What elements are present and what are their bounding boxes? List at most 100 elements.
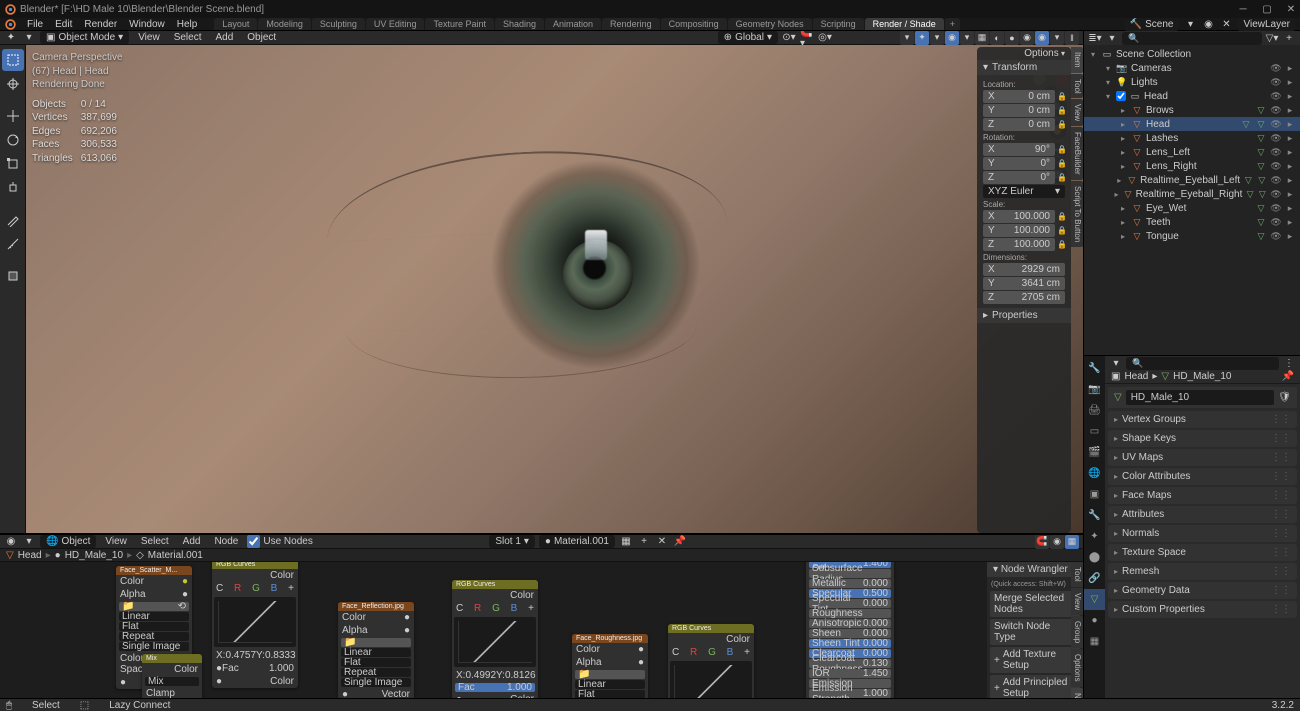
annotate-tool[interactable] <box>2 209 24 231</box>
close-button[interactable]: ✕ <box>1286 4 1296 14</box>
shader-prop-slider[interactable]: Clearcoat Roughness0.130 <box>809 659 891 668</box>
scale-x-field[interactable]: X100.000 <box>983 210 1055 223</box>
tree-row[interactable]: ▸▽Teeth▽👁▸ <box>1084 215 1300 229</box>
options-dropdown[interactable]: Options ▾ <box>977 47 1071 60</box>
scene-delete-icon[interactable]: ✕ <box>1219 17 1233 31</box>
shader-prop-slider[interactable]: Specular Tint0.000 <box>809 599 891 608</box>
expand-icon[interactable]: ▸ <box>1118 120 1128 129</box>
properties-search[interactable]: 🔍 <box>1126 357 1279 370</box>
outliner-search[interactable]: 🔍 <box>1122 32 1262 45</box>
rot-z-field[interactable]: Z0° <box>983 171 1055 184</box>
hide-icon[interactable]: 👁 <box>1270 161 1282 172</box>
tree-row[interactable]: ▸▽Eye_Wet▽👁▸ <box>1084 201 1300 215</box>
maximize-button[interactable]: ▢ <box>1262 4 1272 14</box>
nw-merge[interactable]: Merge Selected Nodes▾ <box>990 591 1080 617</box>
expand-icon[interactable]: ▾ <box>1103 78 1113 87</box>
expand-icon[interactable]: ▾ <box>1103 64 1113 73</box>
ptab-world[interactable]: 🌐 <box>1084 463 1105 484</box>
collection-checkbox[interactable] <box>1116 91 1126 101</box>
viewport-menu-add[interactable]: Add <box>210 32 238 43</box>
props-options-icon[interactable]: ⋮ <box>1282 356 1296 370</box>
loc-x-field[interactable]: X0 cm <box>983 90 1055 103</box>
expand-icon[interactable]: ▸ <box>1113 190 1121 199</box>
gizmo-toggle-icon[interactable]: ✦ <box>915 31 929 45</box>
select-icon[interactable]: ▸ <box>1284 231 1296 242</box>
ptab-modifiers[interactable]: 🔧 <box>1084 505 1105 526</box>
shader-prop-slider[interactable]: Subsurface Radius <box>809 569 891 578</box>
data-name-input[interactable] <box>1126 390 1275 405</box>
select-icon[interactable]: ▸ <box>1284 119 1296 130</box>
outliner-editor-icon[interactable]: ≣▾ <box>1088 31 1102 45</box>
panel-header[interactable]: ▸Geometry Data⋮⋮ <box>1108 582 1297 599</box>
tree-row[interactable]: ▸▽Lens_Left▽👁▸ <box>1084 145 1300 159</box>
node-mix[interactable]: Mix Color Mix Clamp Fac0.500 Color1 Colo… <box>142 654 202 698</box>
panel-header[interactable]: ▸Normals⋮⋮ <box>1108 525 1297 542</box>
ptab-scene[interactable]: 🎬 <box>1084 442 1105 463</box>
rot-x-field[interactable]: X90° <box>983 143 1055 156</box>
workspace-tab[interactable]: Scripting <box>813 18 864 30</box>
n-panel-tab[interactable]: Tool <box>1071 74 1083 99</box>
node-menu-add[interactable]: Add <box>178 536 206 547</box>
add-cube-tool[interactable] <box>2 265 24 287</box>
properties-panel-header[interactable]: ▸Properties <box>977 308 1071 323</box>
hide-icon[interactable]: 👁 <box>1270 147 1282 158</box>
expand-icon[interactable]: ▸ <box>1118 232 1128 241</box>
ptab-data[interactable]: ▽ <box>1084 589 1105 610</box>
select-icon[interactable]: ▸ <box>1284 133 1296 144</box>
n-panel-tab[interactable]: Item <box>1071 47 1083 73</box>
hide-icon[interactable]: 👁 <box>1270 217 1282 228</box>
expand-icon[interactable]: ▸ <box>1115 176 1124 185</box>
lock-icon[interactable]: 🔒 <box>1057 226 1065 235</box>
select-icon[interactable]: ▸ <box>1284 203 1296 214</box>
backdrop-icon[interactable]: ▦ <box>1065 535 1079 549</box>
select-icon[interactable]: ▸ <box>1284 189 1296 200</box>
workspace-tab[interactable]: Shading <box>495 18 544 30</box>
scale-z-field[interactable]: Z100.000 <box>983 238 1055 251</box>
object-mode-dropdown[interactable]: ▣Object Mode▾ <box>40 31 129 44</box>
dim-z-field[interactable]: Z2705 cm <box>983 291 1065 304</box>
node-menu-node[interactable]: Node <box>209 536 243 547</box>
tree-row[interactable]: ▸▽Lens_Right▽👁▸ <box>1084 159 1300 173</box>
node-face-roughness[interactable]: Face_Roughness.jpg Color● Alpha● 📁 Linea… <box>572 634 648 698</box>
workspace-tab[interactable]: Compositing <box>661 18 727 30</box>
shading-solid-icon[interactable]: ● <box>1005 31 1019 45</box>
shader-object-dropdown[interactable]: 🌐Object <box>40 535 96 548</box>
snap-icon[interactable]: 🧲▾ <box>800 31 814 45</box>
expand-icon[interactable]: ▸ <box>1118 134 1128 143</box>
workspace-tab[interactable]: Sculpting <box>312 18 365 30</box>
expand-icon[interactable]: ▾ <box>1103 92 1113 101</box>
workspace-tab[interactable]: Geometry Nodes <box>728 18 812 30</box>
crumb-object[interactable]: ▽Head <box>6 550 42 561</box>
node-panel-tab[interactable]: Group <box>1071 616 1083 648</box>
scene-pin-icon[interactable]: ◉ <box>1201 17 1215 31</box>
node-menu-view[interactable]: View <box>100 536 132 547</box>
workspace-tab[interactable]: Texture Paint <box>425 18 494 30</box>
ptab-material[interactable]: ● <box>1084 610 1105 631</box>
select-icon[interactable]: ▸ <box>1284 105 1296 116</box>
workspace-add-button[interactable]: + <box>945 18 960 30</box>
tree-row[interactable]: ▸▽Realtime_Eyeball_Left▽▽👁▸ <box>1084 173 1300 187</box>
ptab-texture[interactable]: ▦ <box>1084 631 1105 652</box>
viewlayer-selector[interactable]: ViewLayer <box>1237 18 1296 31</box>
crumb-material[interactable]: ●HD_Male_10 <box>55 550 123 561</box>
shading-dropdown-icon[interactable]: ▾ <box>1050 31 1064 45</box>
minimize-button[interactable]: ─ <box>1238 4 1248 14</box>
select-icon[interactable]: ▸ <box>1284 63 1296 74</box>
props-editor-icon[interactable]: ▾ <box>1109 356 1123 370</box>
crumb-nodegroup[interactable]: ◇Material.001 <box>136 550 203 561</box>
mat-unlink-icon[interactable]: ✕ <box>655 535 669 549</box>
panel-header[interactable]: ▸Color Attributes⋮⋮ <box>1108 468 1297 485</box>
hide-icon[interactable]: 👁 <box>1270 133 1282 144</box>
expand-icon[interactable]: ▸ <box>1118 148 1128 157</box>
tree-row[interactable]: ▸▽Brows▽👁▸ <box>1084 103 1300 117</box>
n-panel-tab[interactable]: View <box>1071 99 1083 126</box>
outliner-new-collection-icon[interactable]: + <box>1282 31 1296 45</box>
n-panel-tab[interactable]: Script To Button <box>1071 181 1083 247</box>
select-icon[interactable]: ▸ <box>1284 91 1296 102</box>
workspace-tab[interactable]: Animation <box>545 18 601 30</box>
lock-icon[interactable]: 🔒 <box>1057 173 1065 182</box>
fake-user-icon[interactable]: 🛡 <box>1278 392 1291 403</box>
shader-prop-slider[interactable]: IOR1.450 <box>809 669 891 678</box>
mat-new-icon[interactable]: + <box>637 535 651 549</box>
node-panel-tab[interactable]: Node Wra... <box>1071 688 1083 698</box>
